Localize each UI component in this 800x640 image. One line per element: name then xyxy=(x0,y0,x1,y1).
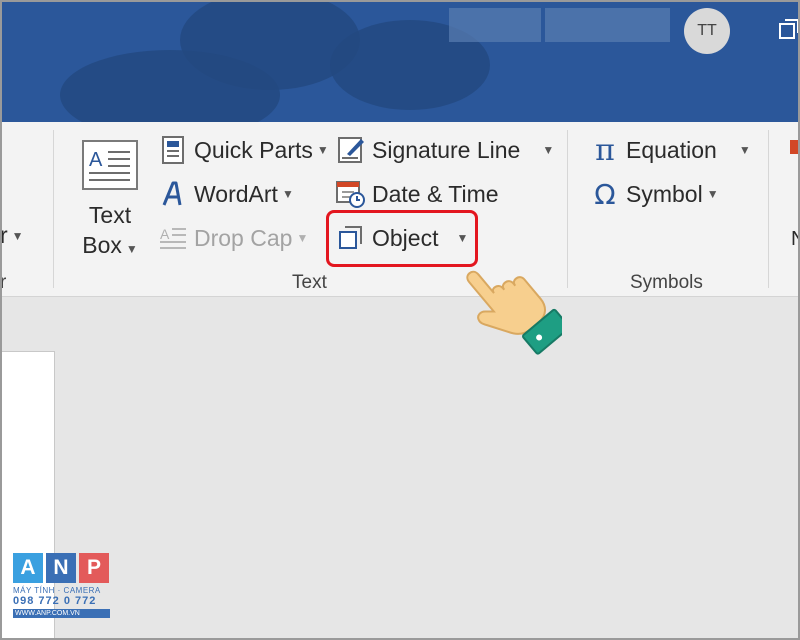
text-box-icon: A xyxy=(82,140,138,190)
drop-cap-button: A Drop Cap ▼ xyxy=(158,223,308,253)
equation-button[interactable]: π Equation ▼ xyxy=(590,132,751,168)
left-partial-label: r xyxy=(0,222,8,248)
logo-letter: A xyxy=(13,553,43,583)
blurred-account-email xyxy=(545,8,670,42)
chevron-down-icon: ▼ xyxy=(706,187,719,201)
svg-text:A: A xyxy=(160,226,170,242)
blurred-account-name xyxy=(449,8,541,42)
signature-line-label: Signature Line xyxy=(372,136,521,163)
quick-parts-icon xyxy=(158,135,188,165)
date-time-label: Date & Time xyxy=(372,180,499,207)
svg-text:A: A xyxy=(89,149,103,171)
quick-parts-button[interactable]: Quick Parts ▼ xyxy=(158,135,329,165)
logo-letter: P xyxy=(79,553,109,583)
text-box-label-text: Box xyxy=(82,232,122,258)
logo-website: WWW.ANP.COM.VN xyxy=(13,609,110,618)
equation-label: Equation xyxy=(626,136,717,163)
group-separator xyxy=(53,130,54,288)
title-bar: TT xyxy=(0,0,800,122)
symbols-group-label: Symbols xyxy=(630,272,703,293)
logo-letters: A N P xyxy=(13,553,110,583)
right-partial-label: N xyxy=(791,228,800,250)
text-box-label-line1: Text xyxy=(88,202,132,228)
wordart-icon xyxy=(158,179,188,209)
user-avatar[interactable]: TT xyxy=(684,8,730,54)
signature-line-icon xyxy=(336,135,366,165)
chevron-down-icon: ▼ xyxy=(296,231,309,245)
text-box-label-line2: Box ▼ xyxy=(74,230,146,264)
omega-icon: Ω xyxy=(594,177,616,211)
symbol-button[interactable]: Ω Symbol ▼ xyxy=(590,177,719,211)
date-time-button[interactable]: Date & Time xyxy=(336,179,499,209)
partial-icon[interactable] xyxy=(790,140,800,154)
wordart-label: WordArt xyxy=(194,180,278,207)
group-separator xyxy=(567,130,568,288)
chevron-down-icon: ▼ xyxy=(11,228,24,243)
logo-phone: 098 772 0 772 xyxy=(13,595,97,607)
text-box-button[interactable]: A Text Box ▼ xyxy=(74,138,146,268)
wordart-button[interactable]: WordArt ▼ xyxy=(158,179,294,209)
chevron-down-icon: ▼ xyxy=(125,242,138,256)
pointing-hand-icon xyxy=(466,270,562,355)
pi-icon: π xyxy=(595,132,615,168)
chevron-down-icon: ▼ xyxy=(281,187,294,201)
text-group-label: Text xyxy=(292,272,327,293)
logo-letter: N xyxy=(46,553,76,583)
symbol-label: Symbol xyxy=(626,180,703,207)
group-separator xyxy=(768,130,769,288)
signature-line-button[interactable]: Signature Line ▼ xyxy=(336,135,554,165)
left-partial-dropdown[interactable]: r ▼ xyxy=(0,222,24,249)
restore-window-icon[interactable] xyxy=(778,18,800,42)
chevron-down-icon[interactable]: ▼ xyxy=(542,143,554,157)
logo-tagline: MÁY TÍNH · CAMERA xyxy=(13,586,101,595)
quick-parts-label: Quick Parts xyxy=(194,136,313,163)
anp-logo: A N P MÁY TÍNH · CAMERA 098 772 0 772 WW… xyxy=(13,553,110,628)
right-partial-button[interactable]: N xyxy=(791,228,800,251)
left-partial-group-label: r xyxy=(0,272,7,293)
drop-cap-icon: A xyxy=(158,223,188,253)
drop-cap-label: Drop Cap xyxy=(194,224,293,251)
chevron-down-icon: ▼ xyxy=(316,143,329,157)
chevron-down-icon[interactable]: ▼ xyxy=(739,143,751,157)
date-time-icon xyxy=(336,179,366,209)
